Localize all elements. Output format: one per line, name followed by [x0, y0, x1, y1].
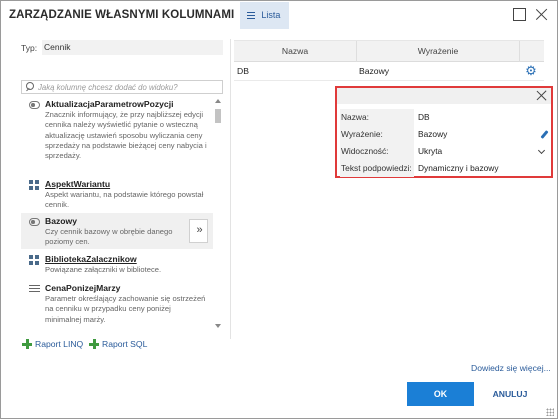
- detail-row-widocznosc: Widoczność: Ukryta: [340, 143, 548, 160]
- detail-row-nazwa: Nazwa: DB: [340, 109, 548, 126]
- grid-icon: [29, 255, 39, 265]
- title-bar: ZARZĄDZANIE WŁASNYMI KOLUMNAMI Lista: [1, 1, 557, 29]
- list-item-name: AktualizacjaParametrowPozycji: [45, 99, 174, 109]
- dialog-title: ZARZĄDZANIE WŁASNYMI KOLUMNAMI: [9, 9, 235, 21]
- resize-grip[interactable]: [546, 408, 554, 416]
- nazwa-label: Nazwa:: [340, 109, 414, 126]
- list-item-desc: Czy cennik bazowy w obrębie danego pozio…: [45, 227, 173, 247]
- widocznosc-select[interactable]: Ukryta: [416, 143, 548, 160]
- tekst-podpowiedzi-label: Tekst podpowiedzi:: [340, 160, 414, 177]
- raport-linq-link[interactable]: Raport LINQ: [22, 339, 83, 349]
- table-header: Nazwa Wyrażenie: [234, 40, 544, 62]
- scroll-down-icon[interactable]: [215, 324, 221, 328]
- add-column-button[interactable]: »: [189, 219, 208, 243]
- plus-icon: [22, 339, 32, 349]
- popup-close-icon[interactable]: [536, 90, 547, 101]
- toggle-icon: [29, 101, 40, 109]
- learn-more-link[interactable]: Dowiedz się więcej...: [471, 363, 551, 373]
- cell-wyrazenie: Bazowy: [359, 66, 390, 76]
- list-item-name: AspektWariantu: [45, 179, 111, 189]
- list-item-selected[interactable]: Bazowy Czy cennik bazowy w obrębie daneg…: [21, 213, 213, 249]
- panel-divider: [230, 39, 231, 339]
- list-item[interactable]: AktualizacjaParametrowPozycji Znacznik i…: [21, 99, 211, 173]
- maximize-icon[interactable]: [513, 8, 526, 21]
- list-item-desc: Aspekt wariantu, na podstawie którego po…: [45, 190, 204, 210]
- popup-header: [337, 88, 551, 104]
- gear-icon[interactable]: ⚙: [525, 64, 537, 77]
- list-item-name: Bazowy: [45, 216, 77, 226]
- grid-icon: [29, 180, 39, 190]
- column-list: AktualizacjaParametrowPozycji Znacznik i…: [21, 97, 224, 330]
- widocznosc-label: Widoczność:: [340, 143, 414, 160]
- wyrazenie-label: Wyrażenie:: [340, 126, 414, 143]
- list-item-desc: Powiązane załączniki w bibliotece.: [45, 265, 162, 274]
- search-input[interactable]: [36, 82, 222, 92]
- tekst-podpowiedzi-field[interactable]: Dynamiczny i bazowy: [416, 160, 548, 177]
- tab-lista[interactable]: Lista: [240, 1, 290, 29]
- list-item-desc: Parametr określający zachowanie się ostr…: [45, 294, 206, 324]
- ok-button[interactable]: OK: [407, 382, 474, 406]
- cancel-button[interactable]: ANULUJ: [484, 382, 536, 406]
- list-item-name: BibliotekaZalacznikow: [45, 254, 137, 264]
- detail-row-wyrazenie: Wyrażenie: Bazowy: [340, 126, 549, 143]
- tab-lista-label: Lista: [261, 10, 281, 20]
- toggle-icon: [29, 218, 40, 226]
- table-row[interactable]: DB Bazowy ⚙: [234, 62, 544, 81]
- raport-linq-label: Raport LINQ: [35, 339, 84, 349]
- scroll-up-icon[interactable]: [215, 99, 221, 103]
- header-actions: [519, 41, 544, 62]
- list-item-name: CenaPonizejMarzy: [45, 283, 121, 293]
- typ-value: Cennik: [42, 40, 223, 55]
- header-wyrazenie[interactable]: Wyrażenie: [356, 41, 519, 62]
- typ-label: Typ:: [21, 42, 38, 53]
- search-box: [21, 80, 223, 94]
- close-icon[interactable]: [535, 8, 548, 21]
- list-scrollbar[interactable]: [214, 97, 222, 330]
- wyrazenie-field[interactable]: Bazowy: [416, 126, 548, 143]
- cell-nazwa: DB: [237, 66, 249, 76]
- typ-row: Typ: Cennik: [21, 40, 223, 55]
- list-item[interactable]: BibliotekaZalacznikow Powiązane załączni…: [21, 254, 211, 278]
- raport-sql-label: Raport SQL: [102, 339, 148, 349]
- nazwa-field[interactable]: DB: [416, 109, 548, 126]
- list-item[interactable]: AspektWariantu Aspekt wariantu, na podst…: [21, 179, 211, 209]
- raport-sql-link[interactable]: Raport SQL: [89, 339, 147, 349]
- scroll-thumb[interactable]: [215, 109, 221, 123]
- detail-row-tekst: Tekst podpowiedzi: Dynamiczny i bazowy: [340, 160, 548, 177]
- header-nazwa[interactable]: Nazwa: [234, 41, 356, 62]
- list-item[interactable]: CenaPonizejMarzy Parametr określający za…: [21, 283, 211, 329]
- dialog-window: ZARZĄDZANIE WŁASNYMI KOLUMNAMI Lista Typ…: [0, 0, 558, 419]
- search-icon: [24, 81, 36, 93]
- plus-icon: [89, 339, 99, 349]
- list-item-desc: Znacznik informujący, że przy najbliższe…: [45, 110, 207, 161]
- menu-icon: [247, 11, 256, 19]
- list-icon: [29, 285, 40, 294]
- column-detail-popup: Nazwa: DB Wyrażenie: Bazowy Widoczność: …: [335, 86, 553, 178]
